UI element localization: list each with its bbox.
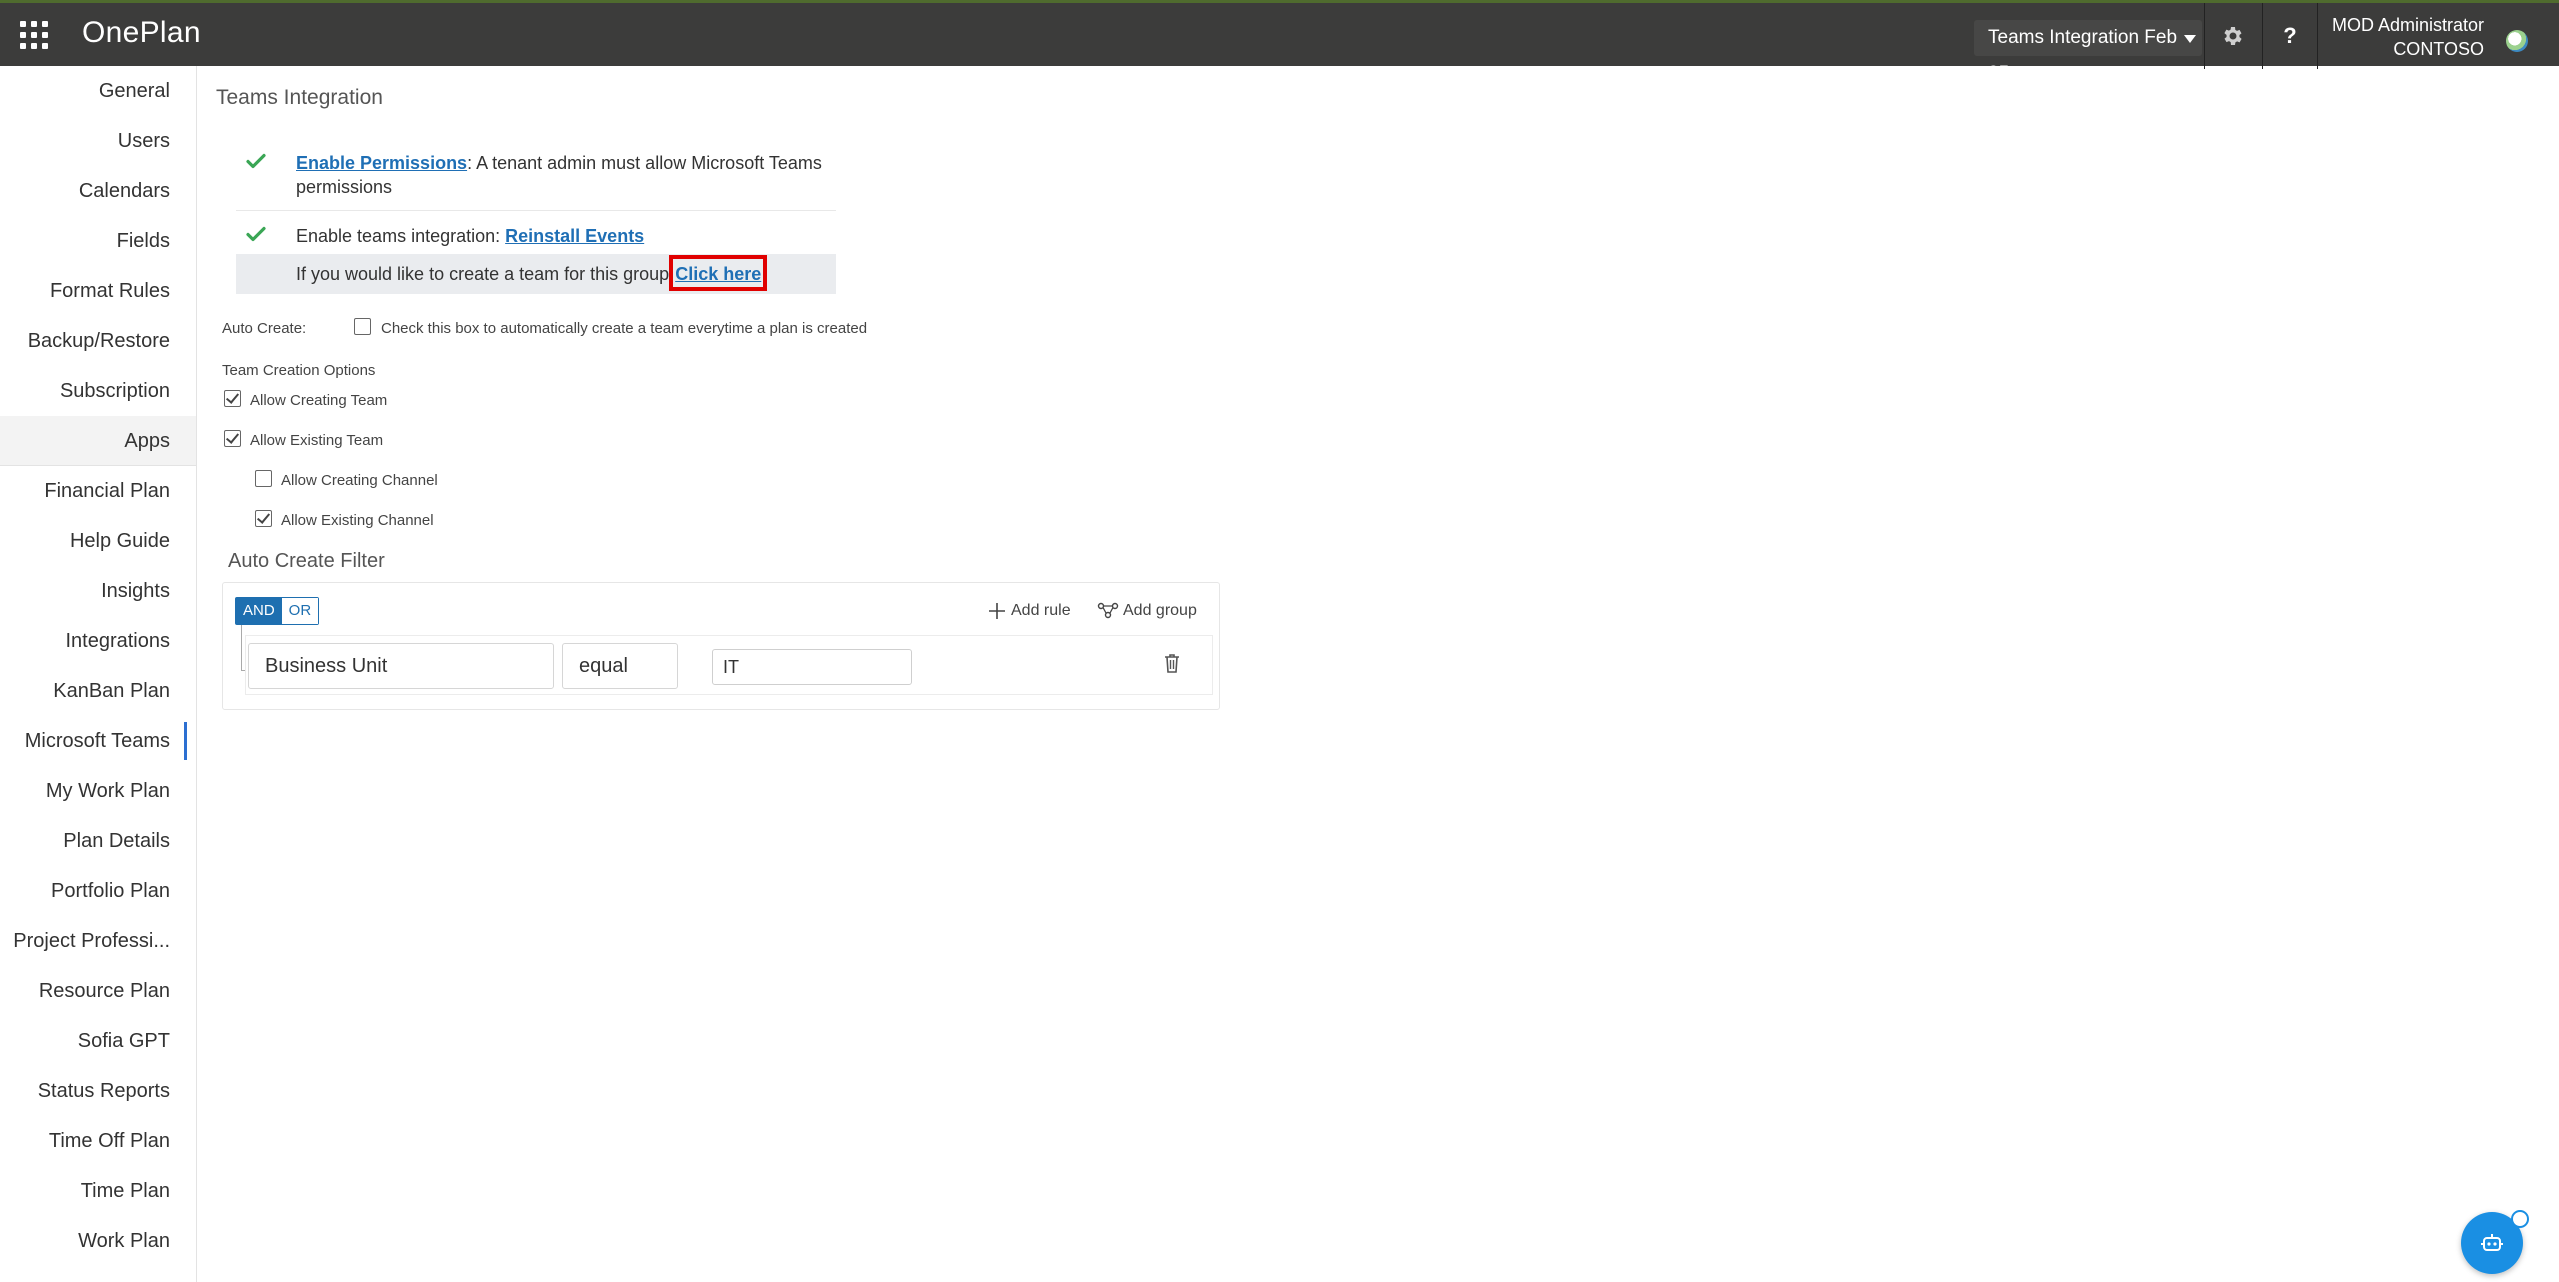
sidebar-item-financial-plan[interactable]: Financial Plan bbox=[0, 466, 196, 516]
sidebar-item-plan-details[interactable]: Plan Details bbox=[0, 816, 196, 866]
sidebar-item-general[interactable]: General bbox=[0, 66, 196, 116]
sidebar-item-integrations[interactable]: Integrations bbox=[0, 616, 196, 666]
sidebar-item-status-reports[interactable]: Status Reports bbox=[0, 1066, 196, 1116]
integration-row: Enable teams integration: Reinstall Even… bbox=[236, 216, 836, 256]
sidebar-item-apps[interactable]: Apps bbox=[0, 416, 196, 466]
allow-existing-channel-checkbox[interactable] bbox=[255, 510, 272, 527]
allow-existing-team-label: Allow Existing Team bbox=[250, 432, 384, 449]
reinstall-events-link[interactable]: Reinstall Events bbox=[505, 226, 644, 246]
auto-create-filter-title: Auto Create Filter bbox=[228, 550, 385, 572]
query-builder: AND OR Add rule Add group Business Unit … bbox=[222, 582, 1220, 710]
settings-button[interactable] bbox=[2204, 3, 2260, 69]
add-rule-button[interactable]: Add rule bbox=[987, 601, 1071, 621]
auto-create-checkbox[interactable] bbox=[354, 318, 371, 335]
sidebar-item-my-work-plan[interactable]: My Work Plan bbox=[0, 766, 196, 816]
trash-icon[interactable] bbox=[1162, 652, 1182, 674]
tenant-name: CONTOSO bbox=[2393, 39, 2484, 59]
sidebar-item-fields[interactable]: Fields bbox=[0, 216, 196, 266]
sidebar-item-sofia-gpt[interactable]: Sofia GPT bbox=[0, 1016, 196, 1066]
sidebar-item-microsoft-teams[interactable]: Microsoft Teams bbox=[0, 716, 196, 766]
power-badge-icon bbox=[2511, 1210, 2529, 1228]
allow-existing-team-checkbox[interactable] bbox=[224, 430, 241, 447]
auto-create-checkbox-label: Check this box to automatically create a… bbox=[381, 320, 868, 337]
rule-operator-select[interactable]: equal bbox=[562, 643, 678, 689]
and-button[interactable]: AND bbox=[236, 598, 282, 624]
checkmark-icon bbox=[246, 226, 266, 242]
avatar[interactable] bbox=[2506, 30, 2528, 52]
click-here-link[interactable]: Click here bbox=[675, 264, 761, 284]
sidebar-item-project-professional[interactable]: Project Professi... bbox=[0, 916, 196, 966]
sidebar-item-backup-restore[interactable]: Backup/Restore bbox=[0, 316, 196, 366]
sidebar-item-insights[interactable]: Insights bbox=[0, 566, 196, 616]
rule-row: Business Unit equal IT bbox=[245, 635, 1213, 695]
sidebar-item-users[interactable]: Users bbox=[0, 116, 196, 166]
create-team-text: If you would like to create a team for t… bbox=[296, 264, 670, 284]
allow-creating-team-checkbox[interactable] bbox=[224, 390, 241, 407]
sidebar-item-portfolio-plan[interactable]: Portfolio Plan bbox=[0, 866, 196, 916]
create-team-row: If you would like to create a team for t… bbox=[236, 254, 836, 294]
or-button[interactable]: OR bbox=[281, 598, 319, 624]
top-bar: OnePlan Teams Integration Feb 25 ? MOD A… bbox=[0, 0, 2559, 84]
group-icon bbox=[1097, 602, 1119, 619]
auto-create-label: Auto Create: bbox=[222, 320, 307, 337]
brand-logo[interactable]: OnePlan bbox=[82, 16, 201, 50]
sidebar-item-format-rules[interactable]: Format Rules bbox=[0, 266, 196, 316]
user-name: MOD Administrator bbox=[2331, 15, 2484, 35]
allow-creating-channel-checkbox[interactable] bbox=[255, 470, 272, 487]
add-group-label: Add group bbox=[1123, 602, 1197, 619]
plan-selector[interactable]: Teams Integration Feb 25 bbox=[1974, 20, 2202, 84]
chatbot-button[interactable] bbox=[2461, 1210, 2529, 1274]
add-group-button[interactable]: Add group bbox=[1097, 601, 1197, 621]
app-launcher-icon[interactable] bbox=[20, 21, 48, 49]
sidebar-item-work-plan[interactable]: Work Plan bbox=[0, 1216, 196, 1266]
plus-icon bbox=[989, 603, 1005, 619]
page-title: Teams Integration bbox=[216, 86, 383, 109]
add-rule-label: Add rule bbox=[1011, 602, 1071, 619]
sidebar-item-time-off-plan[interactable]: Time Off Plan bbox=[0, 1116, 196, 1166]
caret-down-icon bbox=[2184, 35, 2196, 43]
user-info[interactable]: MOD Administrator CONTOSO bbox=[2320, 13, 2484, 61]
integration-text: Enable teams integration: bbox=[296, 226, 506, 246]
sidebar-item-time-plan[interactable]: Time Plan bbox=[0, 1166, 196, 1216]
sidebar-item-kanban-plan[interactable]: KanBan Plan bbox=[0, 666, 196, 716]
main-content: Teams Integration Enable Permissions: A … bbox=[198, 66, 2559, 1282]
sidebar-item-help-guide[interactable]: Help Guide bbox=[0, 516, 196, 566]
sidebar-item-calendars[interactable]: Calendars bbox=[0, 166, 196, 216]
sidebar-item-resource-plan[interactable]: Resource Plan bbox=[0, 966, 196, 1016]
sidebar: General Users Calendars Fields Format Ru… bbox=[0, 66, 197, 1282]
checkmark-icon bbox=[246, 153, 266, 169]
allow-creating-channel-label: Allow Creating Channel bbox=[281, 472, 438, 489]
gear-icon bbox=[2224, 27, 2242, 45]
team-creation-options-title: Team Creation Options bbox=[222, 362, 376, 379]
rule-field-select[interactable]: Business Unit bbox=[248, 643, 554, 689]
enable-permissions-link[interactable]: Enable Permissions bbox=[296, 153, 467, 173]
click-here-highlight: Click here bbox=[669, 255, 768, 291]
allow-creating-team-label: Allow Creating Team bbox=[250, 392, 388, 409]
and-or-toggle: AND OR bbox=[235, 597, 320, 625]
allow-existing-channel-label: Allow Existing Channel bbox=[281, 512, 434, 529]
sidebar-item-subscription[interactable]: Subscription bbox=[0, 366, 196, 416]
permissions-row: Enable Permissions: A tenant admin must … bbox=[236, 149, 836, 211]
rule-value-input[interactable]: IT bbox=[712, 649, 912, 685]
help-button[interactable]: ? bbox=[2262, 3, 2318, 69]
robot-icon bbox=[2481, 1234, 2503, 1251]
